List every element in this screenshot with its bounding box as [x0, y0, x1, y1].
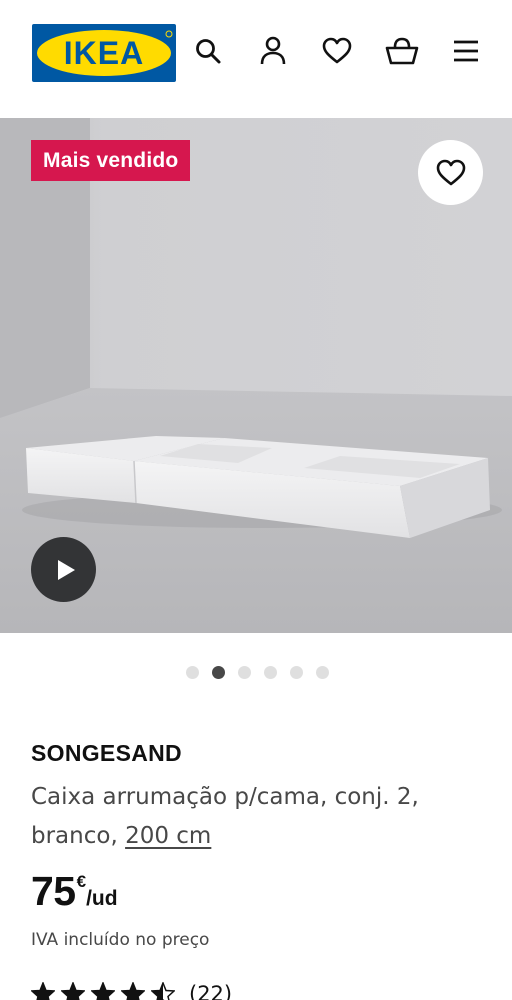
size-link[interactable]: 200 cm — [125, 823, 211, 849]
play-video-button[interactable] — [31, 537, 96, 602]
bestseller-badge: Mais vendido — [31, 140, 191, 181]
product-rating[interactable]: (22) — [31, 982, 232, 1000]
price-value: 75 — [31, 868, 76, 914]
product-description: Caixa arrumação p/cama, conj. 2, branco,… — [31, 778, 471, 856]
rating-stars — [31, 982, 175, 1000]
carousel-dot-5[interactable] — [290, 666, 303, 679]
star-icon — [121, 982, 145, 1000]
star-icon — [151, 982, 175, 1000]
heart-icon[interactable] — [319, 33, 355, 69]
basket-icon[interactable] — [384, 33, 420, 69]
product-price: 75 € /ud — [31, 868, 118, 918]
ikea-logo[interactable]: IKEA — [32, 24, 176, 82]
svg-text:IKEA: IKEA — [64, 35, 144, 71]
review-count: (22) — [189, 982, 233, 1000]
menu-icon[interactable] — [448, 33, 484, 69]
carousel-dot-4[interactable] — [264, 666, 277, 679]
price-currency: € — [76, 872, 87, 891]
image-carousel-dots — [0, 665, 512, 681]
carousel-dot-1[interactable] — [186, 666, 199, 679]
carousel-dot-6[interactable] — [316, 666, 329, 679]
heart-icon — [436, 159, 466, 187]
star-icon — [31, 982, 55, 1000]
add-to-favourites-button[interactable] — [418, 140, 483, 205]
product-name: SONGESAND — [31, 740, 182, 766]
star-icon — [61, 982, 85, 1000]
carousel-dot-3[interactable] — [238, 666, 251, 679]
play-icon — [56, 559, 76, 581]
search-icon[interactable] — [190, 33, 226, 69]
top-nav: IKEA — [0, 0, 512, 112]
price-unit: /ud — [86, 887, 118, 910]
vat-note: IVA incluído no preço — [31, 930, 210, 950]
star-icon — [91, 982, 115, 1000]
carousel-dot-2[interactable] — [212, 666, 225, 679]
user-icon[interactable] — [255, 33, 291, 69]
product-description-text: Caixa arrumação p/cama, conj. 2, branco, — [31, 784, 419, 849]
